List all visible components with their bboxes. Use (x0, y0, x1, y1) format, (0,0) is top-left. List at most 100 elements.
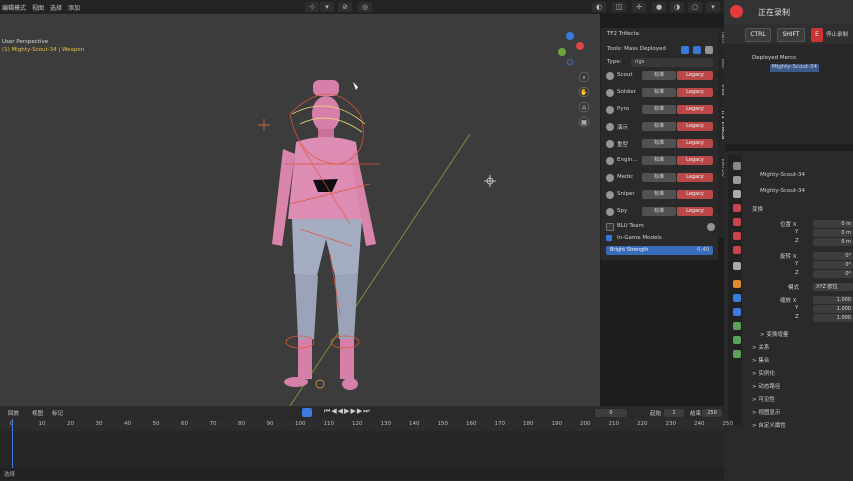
gizmo-icon[interactable]: ✛ (632, 2, 646, 12)
rotation-z-input[interactable]: 0° (813, 270, 853, 278)
character-model[interactable] (272, 80, 376, 390)
start-frame-input[interactable]: 1 (664, 409, 684, 417)
transform-section-header[interactable]: 变换 (752, 205, 763, 213)
info-icon[interactable] (707, 223, 715, 231)
record-keyframe-icon[interactable] (302, 408, 312, 417)
outliner-item-mighty-scout[interactable]: Mighty-Scout-34 (770, 64, 820, 72)
playhead[interactable] (12, 419, 13, 468)
in-game-models-checkbox[interactable] (606, 235, 612, 241)
tool-tab-icon[interactable] (733, 162, 741, 170)
standard-button[interactable]: 标准 (642, 173, 676, 182)
shading-options-icon[interactable]: ▾ (706, 2, 720, 12)
legacy-button[interactable]: Legacy (677, 156, 713, 165)
record-stop-icon[interactable] (730, 5, 743, 18)
world-tab-icon[interactable] (733, 232, 741, 240)
light-object-icon[interactable] (484, 175, 496, 187)
grid-toggle-icon[interactable]: ▦ (581, 119, 587, 126)
render-tab-icon[interactable] (733, 176, 741, 184)
scale-y-input[interactable]: 1.000 (813, 305, 853, 313)
legacy-button[interactable]: Legacy (677, 105, 713, 114)
camera-view-icon[interactable]: ⌂ (582, 104, 586, 111)
legacy-button[interactable]: Legacy (677, 207, 713, 216)
location-x-input[interactable]: 0 m (813, 220, 853, 228)
legacy-button[interactable]: Legacy (677, 88, 713, 97)
shading-material-icon[interactable]: ◑ (670, 2, 684, 12)
location-y-input[interactable]: 0 m (813, 229, 853, 237)
viewport-display-section[interactable]: > 视图显示 (752, 408, 780, 416)
settings-icon[interactable] (693, 46, 701, 54)
scene-tab-icon[interactable] (733, 218, 741, 226)
menu-select[interactable]: 选择 (50, 3, 62, 12)
legacy-button[interactable]: Legacy (677, 71, 713, 80)
instancing-section[interactable]: > 实例化 (752, 369, 775, 377)
bright-strength-slider[interactable]: Bright Strength 0.40 (605, 245, 716, 258)
standard-button[interactable]: 标准 (642, 190, 676, 199)
deploy-icon[interactable] (681, 46, 689, 54)
standard-button[interactable]: 标准 (642, 207, 676, 216)
playback-controls-icon[interactable]: ⏮◀◀▶▶▶⏭ (324, 407, 371, 416)
menu-add[interactable]: 添加 (68, 3, 80, 12)
proportional-edit-icon[interactable]: ◎ (358, 2, 372, 12)
orientation-icon[interactable]: ⊹ (305, 2, 319, 12)
type-dropdown[interactable]: rigs (631, 58, 713, 67)
transform-dropdown-icon[interactable]: ▾ (320, 2, 334, 12)
navigation-gizmo[interactable] (558, 32, 584, 66)
collection-tab-icon[interactable] (733, 246, 741, 254)
scale-x-input[interactable]: 1.000 (813, 296, 853, 304)
output-tab-icon[interactable] (733, 190, 741, 198)
refresh-icon[interactable] (705, 46, 713, 54)
modifier-tab-icon[interactable] (733, 294, 741, 302)
data-tab-icon[interactable] (733, 350, 741, 358)
custom-properties-section[interactable]: > 自定义属性 (752, 421, 786, 429)
menu-marker[interactable]: 标记 (52, 409, 63, 417)
field-label: 模式 (788, 285, 800, 291)
xray-icon[interactable]: ◫ (612, 2, 626, 12)
texture-tab-icon[interactable] (733, 262, 741, 270)
standard-button[interactable]: 标准 (642, 88, 676, 97)
relations-section[interactable]: > 关系 (752, 343, 769, 351)
delta-transform-section[interactable]: > 变换增量 (760, 330, 788, 338)
data-name-field[interactable]: Mighty-Scout-34 (760, 188, 805, 194)
constraints-tab-icon[interactable] (733, 336, 741, 344)
scene-canvas[interactable]: ⌕ ✋ ⌂ ▦ (0, 14, 600, 406)
particles-tab-icon[interactable] (733, 308, 741, 316)
empty-object-icon[interactable] (258, 119, 270, 131)
standard-button[interactable]: 标准 (642, 156, 676, 165)
rotation-x-input[interactable]: 0° (813, 252, 853, 260)
rotation-mode-dropdown[interactable]: XYZ 欧拉 (813, 283, 853, 291)
collections-section[interactable]: > 集合 (752, 356, 769, 364)
menu-mode[interactable]: 编辑模式 (2, 3, 26, 12)
shading-render-icon[interactable]: ○ (688, 2, 702, 12)
view-layer-tab-icon[interactable] (733, 204, 741, 212)
blu-team-checkbox[interactable] (606, 223, 614, 231)
outliner-item-deployed-mercs[interactable]: Deployed Mercs (752, 55, 796, 63)
object-tab-icon[interactable] (733, 280, 741, 288)
soldier-icon (606, 89, 614, 97)
shading-solid-icon[interactable]: ● (652, 2, 666, 12)
location-z-input[interactable]: 0 m (813, 238, 853, 246)
legacy-button[interactable]: Legacy (677, 190, 713, 199)
object-name-field[interactable]: Mighty-Scout-34 (760, 172, 805, 178)
end-frame-input[interactable]: 250 (702, 409, 722, 417)
menu-view-timeline[interactable]: 视图 (32, 409, 43, 417)
legacy-button[interactable]: Legacy (677, 139, 713, 148)
zoom-icon[interactable]: ⌕ (582, 74, 585, 81)
pan-icon[interactable]: ✋ (580, 88, 587, 96)
standard-button[interactable]: 标准 (642, 122, 676, 131)
standard-button[interactable]: 标准 (642, 139, 676, 148)
legacy-button[interactable]: Legacy (677, 122, 713, 131)
snap-icon[interactable]: ⊘ (338, 2, 352, 12)
scale-z-input[interactable]: 1.000 (813, 314, 853, 322)
motion-paths-section[interactable]: > 动态路径 (752, 382, 780, 390)
overlay-icon[interactable]: ◐ (592, 2, 606, 12)
physics-tab-icon[interactable] (733, 322, 741, 330)
current-frame-input[interactable]: 0 (595, 409, 627, 417)
3d-viewport[interactable]: ⌕ ✋ ⌂ ▦ User Perspective (1) Mighty-Scou… (0, 14, 600, 406)
menu-playback[interactable]: 回放 (8, 409, 19, 417)
standard-button[interactable]: 标准 (642, 71, 676, 80)
visibility-section[interactable]: > 可见性 (752, 395, 775, 403)
menu-view[interactable]: 视图 (32, 3, 44, 12)
rotation-y-input[interactable]: 0° (813, 261, 853, 269)
legacy-button[interactable]: Legacy (677, 173, 713, 182)
standard-button[interactable]: 标准 (642, 105, 676, 114)
